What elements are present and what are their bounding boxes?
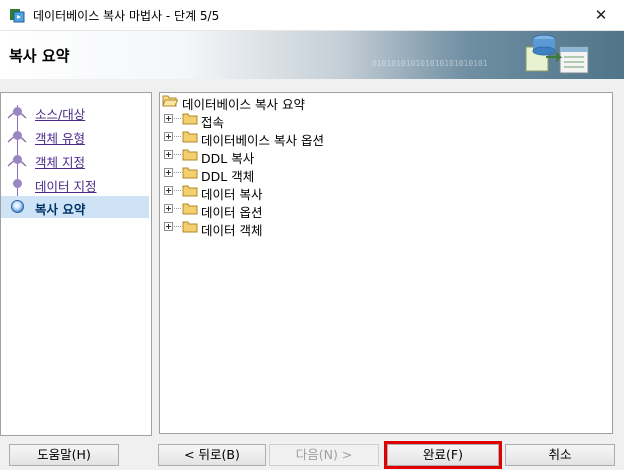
wizard-header: 복사 요약 010101010101010101010101 xyxy=(0,31,624,79)
step-label: 데이터 지정 xyxy=(35,179,97,194)
tree-node-label: 데이터 객체 xyxy=(201,223,263,238)
folder-icon xyxy=(182,203,198,215)
tree-node-label: 데이터 옵션 xyxy=(201,205,263,220)
page-title: 복사 요약 xyxy=(9,47,70,65)
expand-icon[interactable] xyxy=(164,222,173,231)
step-label: 복사 요약 xyxy=(35,202,86,217)
tree-node-label: 데이터베이스 복사 옵션 xyxy=(201,133,324,148)
expand-icon[interactable] xyxy=(164,186,173,195)
step-dot xyxy=(13,179,22,188)
current-step-icon xyxy=(11,200,24,213)
summary-tree[interactable]: 데이터베이스 복사 요약 접속 데이터베이스 복사 옵션 DDL 복사 DDL … xyxy=(159,92,613,434)
expand-icon[interactable] xyxy=(164,204,173,213)
database-copy-icon xyxy=(525,34,589,74)
window-title: 데이터베이스 복사 마법사 - 단계 5/5 xyxy=(33,9,220,23)
folder-icon xyxy=(182,131,198,143)
step-label: 객체 지정 xyxy=(35,155,85,170)
step-specify-objects[interactable]: 객체 지정 xyxy=(1,149,149,171)
folder-icon xyxy=(182,221,198,233)
tree-node-label: DDL 복사 xyxy=(201,151,255,166)
tree-node-label: 데이터 복사 xyxy=(201,187,263,202)
step-label: 소스/대상 xyxy=(35,107,86,122)
tree-root-label: 데이터베이스 복사 요약 xyxy=(182,97,305,112)
folder-icon xyxy=(182,149,198,161)
help-button[interactable]: 도움말(H) xyxy=(9,444,119,466)
step-copy-summary[interactable]: 복사 요약 xyxy=(1,196,149,218)
tree-node-label: 접속 xyxy=(201,115,225,130)
step-dot xyxy=(13,107,22,116)
step-object-types[interactable]: 객체 유형 xyxy=(1,125,149,147)
folder-icon xyxy=(182,167,198,179)
tree-node-label: DDL 객체 xyxy=(201,169,255,184)
step-dot xyxy=(13,131,22,140)
step-label: 객체 유형 xyxy=(35,131,85,146)
back-button[interactable]: < 뒤로(B) xyxy=(158,444,266,466)
folder-icon xyxy=(182,185,198,197)
step-specify-data[interactable]: 데이터 지정 xyxy=(1,173,149,195)
step-dot xyxy=(13,155,22,164)
folder-open-icon xyxy=(162,95,178,107)
binary-decoration: 010101010101010101010101 xyxy=(372,59,488,68)
expand-icon[interactable] xyxy=(164,150,173,159)
cancel-button[interactable]: 취소 xyxy=(505,444,615,466)
wizard-steps-panel: 소스/대상 객체 유형 객체 지정 데이터 지정 복사 요약 xyxy=(0,92,152,436)
folder-icon xyxy=(182,113,198,125)
expand-icon[interactable] xyxy=(164,114,173,123)
close-button[interactable]: ✕ xyxy=(578,0,624,30)
expand-icon[interactable] xyxy=(164,132,173,141)
title-bar: 데이터베이스 복사 마법사 - 단계 5/5 ✕ xyxy=(0,0,624,31)
next-button[interactable]: 다음(N) > xyxy=(269,444,379,466)
step-source-target[interactable]: 소스/대상 xyxy=(1,101,149,123)
finish-button-highlight xyxy=(384,441,502,469)
expand-icon[interactable] xyxy=(164,168,173,177)
app-icon xyxy=(10,9,25,23)
